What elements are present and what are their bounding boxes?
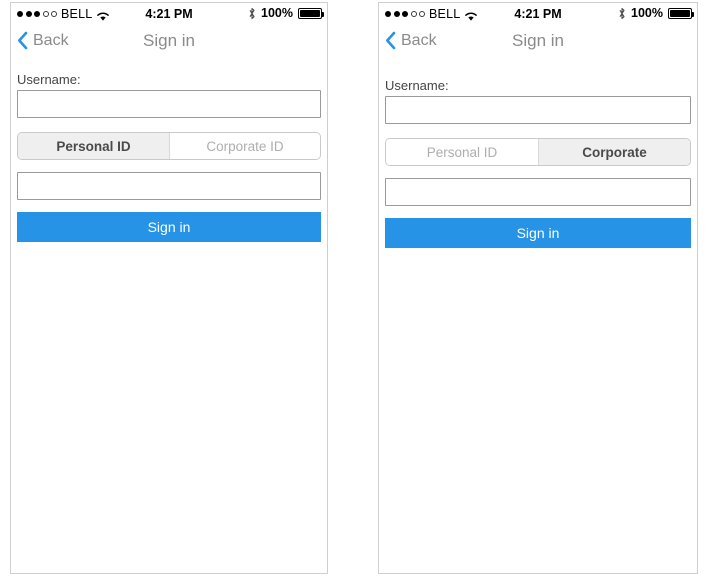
segment-personal-id[interactable]: Personal ID bbox=[18, 133, 169, 160]
battery-percent-label: 100% bbox=[631, 6, 663, 21]
page-title: Sign in bbox=[143, 31, 195, 50]
battery-nub bbox=[692, 12, 694, 17]
bluetooth-icon bbox=[248, 7, 256, 20]
status-bar: BELL 4:21 PM 100% bbox=[379, 3, 697, 29]
battery-icon bbox=[298, 8, 324, 19]
status-bar: BELL 4:21 PM 100% bbox=[11, 3, 327, 29]
id-type-segmented-control[interactable]: Personal ID Corporate ID bbox=[17, 132, 321, 161]
sign-in-form-personal: Username: Personal ID Corporate ID Sign … bbox=[11, 72, 327, 243]
battery-icon bbox=[668, 8, 694, 19]
status-bar-right: 100% bbox=[618, 6, 694, 21]
segment-corporate-id[interactable]: Corporate bbox=[538, 139, 690, 166]
segment-personal-id[interactable]: Personal ID bbox=[386, 139, 538, 166]
sign-in-button[interactable]: Sign in bbox=[385, 218, 691, 249]
nav-bar: Back Sign in bbox=[11, 29, 327, 59]
screenshot-canvas: BELL 4:21 PM 100% Back Sign in Username:… bbox=[0, 0, 712, 576]
sign-in-button[interactable]: Sign in bbox=[17, 212, 321, 243]
username-label: Username: bbox=[17, 72, 81, 87]
nav-bar: Back Sign in bbox=[379, 29, 697, 59]
status-bar-right: 100% bbox=[248, 6, 324, 21]
battery-nub bbox=[322, 12, 324, 17]
segment-corporate-id[interactable]: Corporate ID bbox=[169, 133, 320, 160]
bluetooth-icon bbox=[618, 7, 626, 20]
page-title: Sign in bbox=[512, 31, 564, 50]
username-input[interactable] bbox=[17, 90, 321, 119]
phone-mockup-personal: BELL 4:21 PM 100% Back Sign in Username:… bbox=[10, 2, 328, 574]
sign-in-form-corporate: Username: Personal ID Corporate Sign in bbox=[379, 59, 697, 249]
username-label: Username: bbox=[385, 78, 449, 93]
battery-percent-label: 100% bbox=[261, 6, 293, 21]
id-value-input[interactable] bbox=[17, 172, 321, 201]
id-value-input[interactable] bbox=[385, 178, 691, 207]
username-input[interactable] bbox=[385, 96, 691, 125]
id-type-segmented-control[interactable]: Personal ID Corporate bbox=[385, 138, 691, 167]
phone-mockup-corporate: BELL 4:21 PM 100% Back Sign in Username:… bbox=[378, 2, 698, 574]
battery-fill bbox=[670, 10, 690, 17]
battery-fill bbox=[300, 10, 320, 17]
